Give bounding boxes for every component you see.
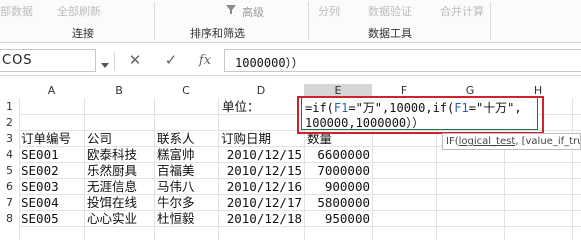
enter-icon[interactable]: ✓: [160, 51, 182, 71]
chevron-down-icon[interactable]: [101, 57, 109, 71]
cell-order-date[interactable]: 2010/12/16: [218, 179, 302, 195]
cell-order-id[interactable]: SE004: [21, 195, 59, 211]
formula-input[interactable]: 1000000））: [224, 49, 581, 72]
row-header-2[interactable]: 2: [0, 116, 19, 132]
row-header-8[interactable]: 8: [0, 212, 19, 228]
grid-line: [19, 98, 20, 240]
column-header-b[interactable]: B: [84, 84, 154, 98]
ribbon-separator: [308, 2, 309, 40]
row-header-4[interactable]: 4: [0, 148, 19, 164]
cell-company[interactable]: 欧泰科技: [87, 147, 137, 163]
group-label-sort-filter: 排序和筛选: [190, 27, 245, 40]
text-to-columns-button[interactable]: 分列: [318, 3, 340, 19]
grid-line: [154, 98, 155, 240]
cell-d1-unit-label[interactable]: 单位：: [222, 99, 260, 115]
row-header-5[interactable]: 5: [0, 164, 19, 180]
column-header-a[interactable]: A: [19, 84, 84, 98]
row-header-3[interactable]: 3: [0, 132, 19, 148]
cell-header-order-date[interactable]: 订购日期: [221, 131, 271, 147]
advanced-filter-button[interactable]: 高级: [242, 4, 264, 20]
cell-order-id[interactable]: SE001: [21, 147, 59, 163]
cell-header-order-id[interactable]: 订单编号: [21, 131, 71, 147]
ribbon: 部数据 全部刷新 高级 分列 数据验证 合并计算 连接 排序和筛选 数据工具: [0, 0, 581, 43]
ribbon-separator: [490, 2, 491, 40]
cancel-icon[interactable]: ✕: [124, 51, 146, 71]
name-box[interactable]: COS: [0, 49, 96, 72]
column-header-d[interactable]: D: [218, 84, 304, 98]
tooltip-active-argument: logical_test: [458, 136, 516, 147]
group-label-connections: 连接: [72, 27, 94, 40]
column-header-c[interactable]: C: [154, 84, 218, 98]
cell-company[interactable]: 心心实业: [87, 211, 137, 227]
cell-header-contact[interactable]: 联系人: [157, 131, 195, 147]
cell-order-date[interactable]: 2010/12/15: [218, 147, 302, 163]
grid-line: [84, 98, 85, 240]
formula-divider: [114, 52, 115, 70]
cell-quantity[interactable]: 950000: [304, 211, 370, 227]
cell-quantity[interactable]: 6600000: [304, 147, 370, 163]
get-data-button[interactable]: 部数据: [0, 3, 33, 19]
cell-order-date[interactable]: 2010/12/15: [218, 163, 302, 179]
row-header-1[interactable]: 1: [0, 100, 19, 116]
cell-company[interactable]: 投饵在线: [87, 195, 137, 211]
annotation-highlight-box: [297, 96, 544, 134]
sort-icon: [224, 3, 238, 16]
cell-contact[interactable]: 糕富帅: [157, 147, 195, 163]
refresh-all-button[interactable]: 全部刷新: [57, 3, 101, 19]
cell-contact[interactable]: 牛尔多: [157, 195, 195, 211]
cell-order-id[interactable]: SE002: [21, 163, 59, 179]
cell-quantity[interactable]: 7000000: [304, 163, 370, 179]
cell-order-date[interactable]: 2010/12/18: [218, 211, 302, 227]
cell-header-company[interactable]: 公司: [87, 131, 112, 147]
select-all-corner[interactable]: [0, 84, 19, 98]
cell-contact[interactable]: 杜恒毅: [157, 211, 195, 227]
row-header-7[interactable]: 7: [0, 196, 19, 212]
grid-line: [572, 98, 573, 240]
cell-company[interactable]: 无涯信息: [87, 179, 137, 195]
cell-company[interactable]: 乐然厨具: [87, 163, 137, 179]
group-label-data-tools: 数据工具: [368, 27, 412, 40]
ribbon-separator: [154, 2, 155, 40]
cell-order-id[interactable]: SE005: [21, 211, 59, 227]
row-header-6[interactable]: 6: [0, 180, 19, 196]
cell-contact[interactable]: 百福美: [157, 163, 195, 179]
insert-function-icon[interactable]: fx: [194, 53, 216, 73]
consolidate-button[interactable]: 合并计算: [440, 3, 484, 19]
formula-bar: COS ✕ ✓ fx 1000000））: [0, 46, 581, 76]
cell-quantity[interactable]: 900000: [304, 179, 370, 195]
cell-contact[interactable]: 马伟八: [157, 179, 195, 195]
cell-quantity[interactable]: 5800000: [304, 195, 370, 211]
function-tooltip[interactable]: IF(logical_test, [value_if_true], [value…: [442, 133, 581, 150]
cell-order-date[interactable]: 2010/12/17: [218, 195, 302, 211]
cell-order-id[interactable]: SE003: [21, 179, 59, 195]
data-validation-button[interactable]: 数据验证: [368, 3, 412, 19]
